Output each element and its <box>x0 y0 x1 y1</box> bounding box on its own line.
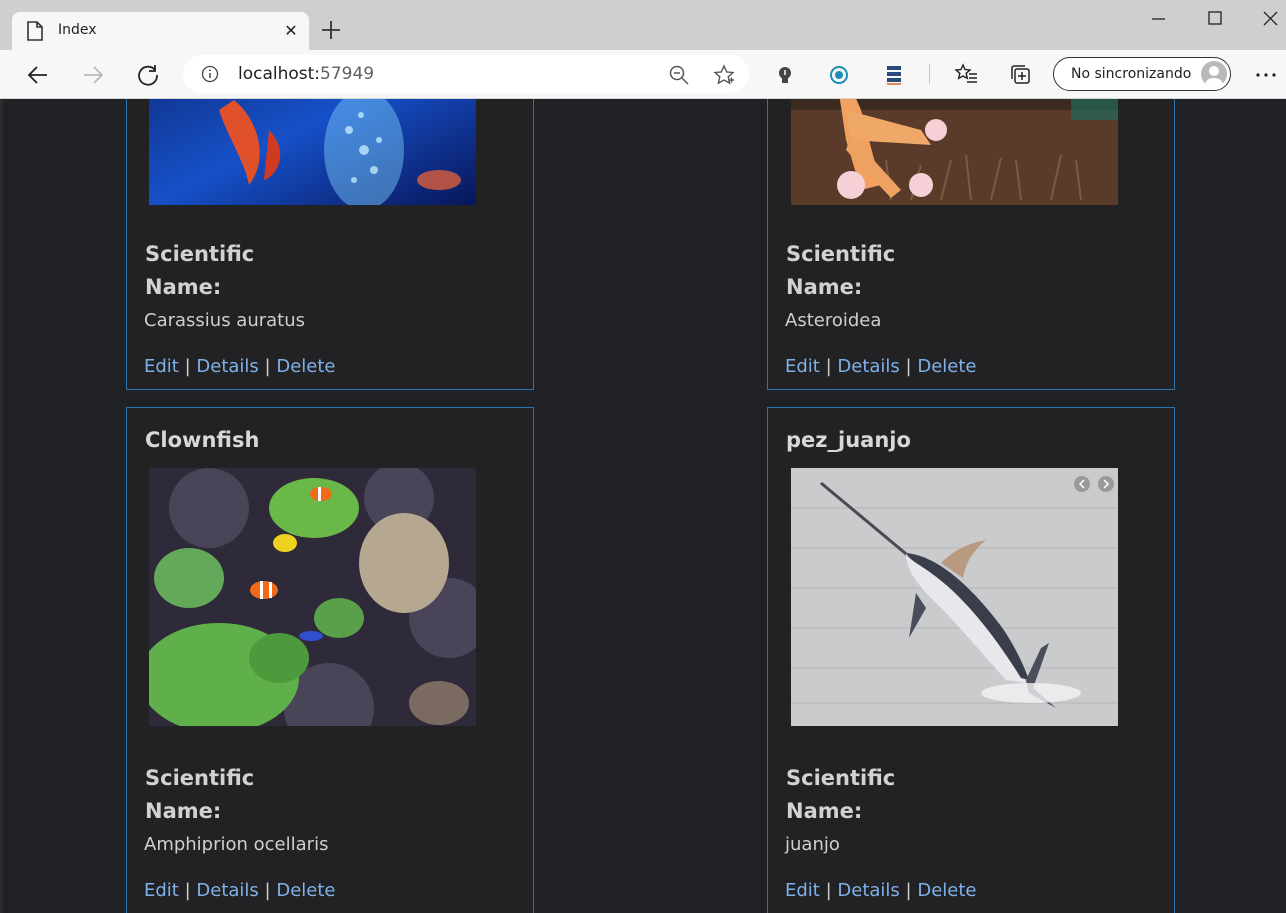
scientific-name-label: Scientific Name: <box>786 242 896 299</box>
forward-arrow-icon[interactable] <box>80 62 106 88</box>
browser-toolbar: localhost:57949 No sincronizando <box>0 50 1286 99</box>
extension-stack-icon[interactable] <box>881 62 907 88</box>
scientific-name-value: Amphiprion ocellaris <box>144 834 329 855</box>
info-icon[interactable] <box>201 65 219 83</box>
edit-link[interactable]: Edit <box>144 356 179 377</box>
profile-sync-button[interactable]: No sincronizando <box>1053 57 1231 91</box>
separator: | <box>905 356 912 377</box>
card-actions: Edit | Details | Delete <box>785 880 977 901</box>
url-host: localhost: <box>238 64 321 84</box>
favorite-star-icon[interactable] <box>713 64 735 86</box>
delete-link[interactable]: Delete <box>276 356 335 377</box>
avatar <box>1201 61 1227 87</box>
separator: | <box>264 356 271 377</box>
page-content: Scientific Name: Carassius auratus Edit |… <box>0 99 1286 913</box>
separator: | <box>184 356 191 377</box>
scientific-name-value: Asteroidea <box>785 310 882 331</box>
carousel-prev-icon <box>1074 476 1090 492</box>
back-arrow-icon[interactable] <box>25 62 51 88</box>
scientific-name-label: Scientific Name: <box>786 766 896 823</box>
starfish-photo-icon <box>791 99 1118 205</box>
details-link[interactable]: Details <box>837 356 899 377</box>
separator: | <box>264 880 271 901</box>
person-icon <box>1205 66 1223 87</box>
separator: | <box>825 880 832 901</box>
details-link[interactable]: Details <box>196 880 258 901</box>
fish-name: Clownfish <box>145 428 260 452</box>
edit-link[interactable]: Edit <box>144 880 179 901</box>
delete-link[interactable]: Delete <box>276 880 335 901</box>
favorites-icon[interactable] <box>953 62 979 88</box>
close-window-icon[interactable] <box>1250 5 1286 33</box>
delete-link[interactable]: Delete <box>917 880 976 901</box>
marlin-photo-icon <box>791 468 1118 726</box>
fish-image <box>149 99 476 205</box>
delete-link[interactable]: Delete <box>917 356 976 377</box>
details-link[interactable]: Details <box>837 880 899 901</box>
separator: | <box>184 880 191 901</box>
fish-card: pez_juanjo Scientific Name: juanjo Edit | <box>767 407 1175 913</box>
clownfish-photo-icon <box>149 468 476 726</box>
more-options-icon[interactable] <box>1253 62 1279 88</box>
card-actions: Edit | Details | Delete <box>785 356 977 377</box>
refresh-icon[interactable] <box>135 62 161 88</box>
fish-image <box>791 468 1118 726</box>
fish-card: Scientific Name: Carassius auratus Edit |… <box>126 99 534 390</box>
browser-tab[interactable]: Index ✕ <box>12 12 309 50</box>
sync-label: No sincronizando <box>1071 66 1192 82</box>
scientific-name-value: juanjo <box>785 834 840 855</box>
toolbar-divider <box>929 64 930 84</box>
fish-card: Scientific Name: Asteroidea Edit | Detail… <box>767 99 1175 390</box>
address-bar[interactable]: localhost:57949 <box>183 55 749 93</box>
close-tab-icon[interactable]: ✕ <box>282 21 300 40</box>
fish-image <box>149 468 476 726</box>
edit-link[interactable]: Edit <box>785 356 820 377</box>
scientific-name-label: Scientific Name: <box>145 242 255 299</box>
separator: | <box>825 356 832 377</box>
scientific-name-value: Carassius auratus <box>144 310 306 331</box>
card-actions: Edit | Details | Delete <box>144 356 336 377</box>
edit-link[interactable]: Edit <box>785 880 820 901</box>
tab-title: Index <box>58 22 97 38</box>
minimize-icon[interactable] <box>1138 5 1178 33</box>
card-actions: Edit | Details | Delete <box>144 880 336 901</box>
new-tab-icon[interactable] <box>318 17 344 43</box>
carousel-next-icon <box>1098 476 1114 492</box>
url-port: 57949 <box>320 64 375 84</box>
separator: | <box>905 880 912 901</box>
fish-image <box>791 99 1118 205</box>
url-text[interactable]: localhost:57949 <box>238 64 374 84</box>
left-edge-strip <box>0 99 3 913</box>
zoom-icon[interactable] <box>668 64 690 86</box>
goldfish-photo-icon <box>149 99 476 205</box>
scientific-name-label: Scientific Name: <box>145 766 255 823</box>
maximize-icon[interactable] <box>1195 5 1235 33</box>
page-icon <box>27 21 43 41</box>
tab-strip: Index ✕ <box>0 0 1286 50</box>
collections-icon[interactable] <box>1008 62 1034 88</box>
fish-card: Clownfish Scientific Name: Amphiprion oce… <box>126 407 534 913</box>
fish-name: pez_juanjo <box>786 428 911 452</box>
extension-record-icon[interactable] <box>826 62 852 88</box>
details-link[interactable]: Details <box>196 356 258 377</box>
extension-bulb-icon[interactable] <box>772 62 798 88</box>
